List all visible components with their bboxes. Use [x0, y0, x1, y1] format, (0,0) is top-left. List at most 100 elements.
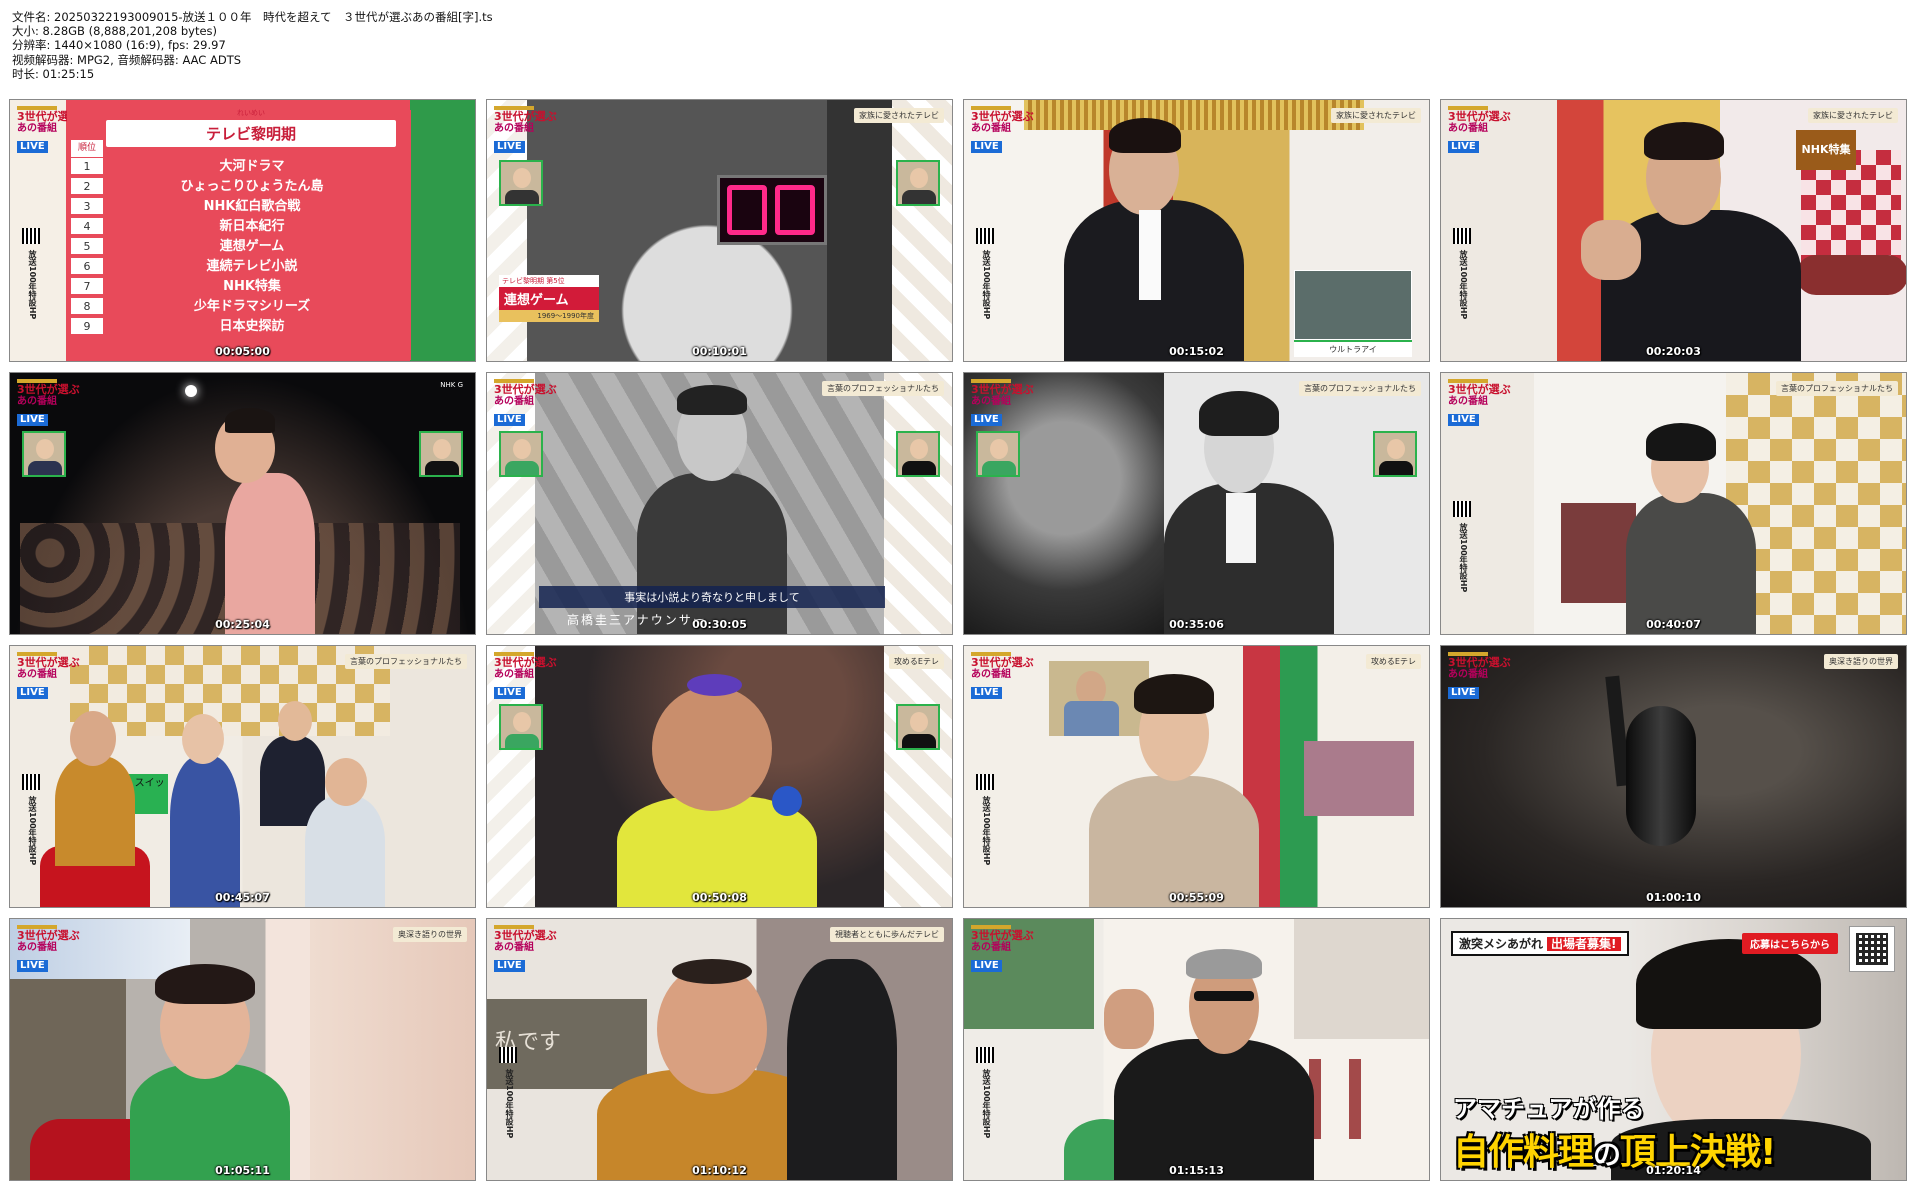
ranking-row: 7 NHK特集	[71, 278, 401, 295]
ranking-number: 2	[71, 178, 103, 195]
ranking-row: 3 NHK紅白歌合戦	[71, 198, 401, 215]
ranking-row: 9 日本史探訪	[71, 318, 401, 335]
pip-guest-left	[499, 704, 543, 750]
ranking-program-name: 連続テレビ小説	[206, 259, 298, 274]
ranking-row: 1 大河ドラマ	[71, 158, 401, 175]
nhk-special-sign: NHK特集	[1796, 130, 1856, 170]
thumbnail-3[interactable]: 3世代が選ぶ あの番組 LIVE 家族に愛されたテレビ 放送100年特設HP ウ…	[963, 99, 1430, 362]
ranking-row: 8 少年ドラマシリーズ	[71, 298, 401, 315]
thumbnail-5[interactable]: 3世代が選ぶ あの番組 LIVE NHK G 00:25:04	[9, 372, 476, 635]
segment-tag: 家族に愛されたテレビ	[854, 108, 944, 123]
timestamp: 01:00:10	[1646, 891, 1701, 904]
thumbnail-7[interactable]: 3世代が選ぶ あの番組 LIVE 言葉のプロフェッショナルたち 00:35:06	[963, 372, 1430, 635]
timestamp: 00:45:07	[215, 891, 270, 904]
timestamp: 01:10:12	[692, 1164, 747, 1177]
thumbnail-16[interactable]: 激突メシあがれ 出場者募集! 応募はこちらから アマチュアが作る 自作料理の頂上決…	[1440, 918, 1907, 1181]
program-logo: 3世代が選ぶ あの番組 LIVE	[494, 379, 557, 426]
qr-code-icon	[976, 1047, 994, 1063]
ranking-title: テレビ黎明期	[106, 120, 396, 147]
pip-guest-left	[976, 431, 1020, 477]
apply-button[interactable]: 応募はこちらから	[1742, 933, 1838, 954]
qr-code-icon	[22, 774, 40, 790]
side-text: 放送100年特設HP	[982, 1069, 991, 1139]
ranking-program-name: ひょっこりひょうたん島	[180, 179, 324, 194]
ranking-number: 5	[71, 238, 103, 255]
thumbnail-8[interactable]: 3世代が選ぶ あの番組 LIVE 言葉のプロフェッショナルたち 放送100年特設…	[1440, 372, 1907, 635]
program-logo: 3世代が選ぶ あの番組 LIVE	[1448, 379, 1511, 426]
thumbnail-10[interactable]: 3世代が選ぶ あの番組 LIVE 攻めるEテレ 00:50:08	[486, 645, 953, 908]
thumbnail-1[interactable]: 3世代が選ぶ あの番組 LIVE 放送100年特設HP れいめい テレビ黎明期 …	[9, 99, 476, 362]
program-logo: 3世代が選ぶ あの番組 LIVE	[1448, 652, 1511, 699]
ranking-program-name: 少年ドラマシリーズ	[193, 299, 311, 314]
ranking-number: 6	[71, 258, 103, 275]
segment-tag: 言葉のプロフェッショナルたち	[1299, 381, 1421, 396]
qr-code-icon	[976, 228, 994, 244]
side-text: 放送100年特設HP	[28, 796, 37, 866]
thumbnail-11[interactable]: 3世代が選ぶ あの番組 LIVE 攻めるEテレ 放送100年特設HP 00:55…	[963, 645, 1430, 908]
qr-code-icon	[1453, 501, 1471, 517]
pip-guest-right	[896, 431, 940, 477]
timestamp: 01:15:13	[1169, 1164, 1224, 1177]
pip-guest-right	[419, 431, 463, 477]
segment-tag: 家族に愛されたテレビ	[1808, 108, 1898, 123]
program-logo: 3世代が選ぶ あの番組 LIVE	[494, 106, 557, 153]
ranking-ruby: れいめい	[237, 109, 265, 117]
ranking-row: 4 新日本紀行	[71, 218, 401, 235]
pip-guest-right	[896, 704, 940, 750]
thumbnail-4[interactable]: NHK特集 3世代が選ぶ あの番組 LIVE 家族に愛されたテレビ 放送100年…	[1440, 99, 1907, 362]
side-text: 放送100年特設HP	[982, 796, 991, 866]
file-size: 大小: 8.28GB (8,888,201,208 bytes)	[12, 24, 218, 39]
thumbnail-15[interactable]: 3世代が選ぶ あの番組 LIVE 放送100年特設HP 01:15:13	[963, 918, 1430, 1181]
timestamp: 00:50:08	[692, 891, 747, 904]
thumbnail-grid: 3世代が選ぶ あの番組 LIVE 放送100年特設HP れいめい テレビ黎明期 …	[9, 99, 1907, 1182]
program-logo: 3世代が選ぶ あの番組 LIVE	[17, 925, 80, 972]
ranking-number: 9	[71, 318, 103, 335]
timestamp: 00:20:03	[1646, 345, 1701, 358]
timestamp: 00:55:09	[1169, 891, 1224, 904]
side-text: 放送100年特設HP	[505, 1069, 514, 1139]
segment-tag: 攻めるEテレ	[888, 654, 944, 669]
segment-tag: 視聴者とともに歩んだテレビ	[830, 927, 944, 942]
pip-guest-right	[896, 160, 940, 206]
duration: 时长: 01:25:15	[12, 66, 95, 81]
timestamp: 00:40:07	[1646, 618, 1701, 631]
program-logo: 3世代が選ぶ あの番組 LIVE	[971, 652, 1034, 699]
segment-tag: 言葉のプロフェッショナルたち	[345, 654, 467, 669]
timestamp: 00:05:00	[215, 345, 270, 358]
ranking-program-name: 連想ゲーム	[219, 239, 285, 254]
timestamp: 01:20:14	[1646, 1164, 1701, 1177]
timestamp: 00:35:06	[1169, 618, 1224, 631]
ranking-number: 3	[71, 198, 103, 215]
ranking-number: 1	[71, 158, 103, 175]
subtitle: 事実は小説より奇なりと申しまして	[539, 586, 885, 608]
qr-code-icon	[1453, 228, 1471, 244]
qr-code-icon	[22, 228, 40, 244]
side-text: 放送100年特設HP	[1459, 523, 1468, 593]
program-lower-third: テレビ黎明期 第5位 連想ゲーム 1969～1990年度	[499, 275, 599, 322]
side-text: 放送100年特設HP	[28, 250, 37, 320]
resolution: 分辨率: 1440×1080 (16:9), fps: 29.97	[12, 38, 226, 53]
ad-headline-1: アマチュアが作る	[1453, 1095, 1645, 1123]
qr-code-icon	[976, 774, 994, 790]
pip-guest-left	[499, 160, 543, 206]
thumbnail-13[interactable]: 3世代が選ぶ あの番組 LIVE 奥深き語りの世界 01:05:11	[9, 918, 476, 1181]
timestamp: 00:25:04	[215, 618, 270, 631]
ranking-number: 4	[71, 218, 103, 235]
ranking-program-name: 日本史探訪	[219, 319, 285, 334]
thumbnail-12[interactable]: 3世代が選ぶ あの番組 LIVE 奥深き語りの世界 01:00:10	[1440, 645, 1907, 908]
program-logo: 3世代が選ぶ あの番組 LIVE	[971, 379, 1034, 426]
segment-tag: 言葉のプロフェッショナルたち	[822, 381, 944, 396]
codec: 视频解码器: MPG2, 音频解码器: AAC ADTS	[12, 52, 242, 67]
thumbnail-2[interactable]: 3世代が選ぶ あの番組 LIVE 家族に愛されたテレビ テレビ黎明期 第5位 連…	[486, 99, 953, 362]
ranking-number: 7	[71, 278, 103, 295]
program-logo: 3世代が選ぶ あの番組 LIVE	[17, 379, 80, 426]
segment-tag: 言葉のプロフェッショナルたち	[1776, 381, 1898, 396]
inset-video	[1294, 270, 1412, 340]
program-logo: 3世代が選ぶ あの番組 LIVE	[494, 652, 557, 699]
thumbnail-6[interactable]: 3世代が選ぶ あの番組 LIVE 言葉のプロフェッショナルたち 事実は小説より奇…	[486, 372, 953, 635]
program-logo: 3世代が選ぶ あの番組 LIVE	[971, 925, 1034, 972]
ranking-col-head: 順位	[71, 140, 103, 157]
file-name: 文件名: 20250322193009015-放送１００年 時代を超えて ３世代…	[12, 10, 493, 24]
thumbnail-14[interactable]: 私です 3世代が選ぶ あの番組 LIVE 視聴者とともに歩んだテレビ 放送100…	[486, 918, 953, 1181]
thumbnail-9[interactable]: ピタゴ スイッ 3世代が選ぶ あの番組 LIVE 言葉のプロフェッショナルたち …	[9, 645, 476, 908]
